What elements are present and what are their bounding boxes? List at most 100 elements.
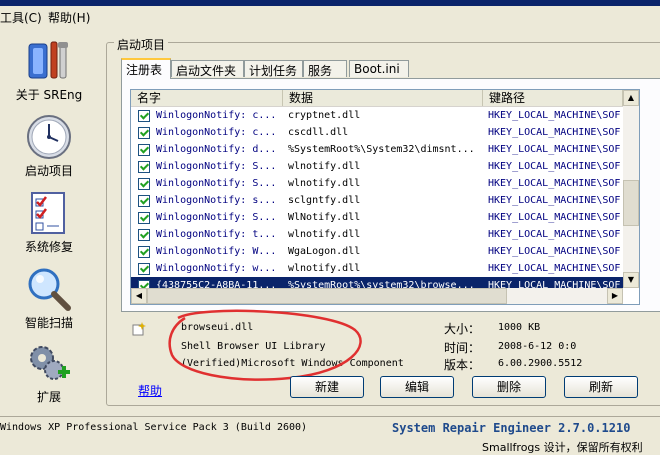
cell-name: WinlogonNotify: S...: [156, 161, 277, 172]
refresh-button[interactable]: 刷新: [564, 376, 638, 398]
column-name[interactable]: 名字: [131, 90, 283, 106]
sidebar-item-label: 扩展: [36, 390, 61, 404]
cell-data: wlnotify.dll: [288, 229, 361, 240]
size-label: 大小：: [444, 322, 481, 336]
help-link[interactable]: 帮助: [138, 382, 162, 399]
row-checkbox[interactable]: [138, 144, 150, 156]
scroll-up-icon[interactable]: ▲: [623, 90, 639, 106]
column-key-path[interactable]: 键路径: [483, 90, 623, 106]
row-checkbox[interactable]: [138, 178, 150, 190]
table-row[interactable]: WinlogonNotify: S... WlNotify.dll HKEY_LOC…: [131, 209, 623, 226]
gears-plus-icon: [26, 340, 72, 386]
scroll-down-icon[interactable]: ▼: [623, 272, 639, 288]
sidebar-item-extend[interactable]: 扩展: [0, 340, 98, 405]
row-checkbox[interactable]: [138, 212, 150, 224]
cell-data: cscdll.dll: [288, 127, 349, 138]
cell-name: WinlogonNotify: S...: [156, 178, 277, 189]
table-row[interactable]: WinlogonNotify: S... wlnotify.dll HKEY_LOC…: [131, 158, 623, 175]
tab-startup-folder[interactable]: 启动文件夹: [171, 60, 244, 78]
delete-button[interactable]: 删除: [472, 376, 546, 398]
sidebar-item-scan[interactable]: 智能扫描: [0, 266, 98, 331]
magnifier-icon: [26, 266, 72, 312]
cell-key-path: HKEY_LOCAL_MACHINE\SOF: [488, 178, 621, 189]
sidebar-item-repair[interactable]: 系统修复: [0, 190, 98, 255]
status-bar: Windows XP Professional Service Pack 3 (…: [0, 416, 660, 454]
tab-boot-ini[interactable]: Boot.ini: [349, 60, 409, 77]
version-label: 版本：: [444, 358, 481, 372]
sidebar-item-label: 启动项目: [24, 164, 73, 178]
table-row[interactable]: WinlogonNotify: c... cscdll.dll HKEY_LOCAL…: [131, 124, 623, 141]
cell-name: WinlogonNotify: S...: [156, 212, 277, 223]
cell-name: WinlogonNotify: c...: [156, 127, 277, 138]
cell-key-path: HKEY_LOCAL_MACHINE\SOF: [488, 144, 621, 155]
scroll-left-icon[interactable]: ◀: [131, 288, 147, 304]
cell-data: WgaLogon.dll: [288, 246, 361, 257]
cell-key-path: HKEY_LOCAL_MACHINE\SOF: [488, 263, 621, 274]
menu-tools[interactable]: 工具(C): [0, 9, 42, 26]
tab-services[interactable]: 服务: [303, 60, 347, 78]
cell-data: %SystemRoot%\System32\dimsnt...: [288, 144, 475, 155]
row-checkbox[interactable]: [138, 195, 150, 207]
table-row[interactable]: WinlogonNotify: d... %SystemRoot%\System3…: [131, 141, 623, 158]
detail-company: (Verified)Microsoft Windows Component: [181, 358, 404, 369]
status-product: System Repair Engineer 2.7.0.1210: [392, 421, 631, 435]
time-value: 2008-6-12 0:0: [498, 341, 577, 352]
sidebar-item-label: 关于 SREng: [15, 88, 83, 102]
sidebar-item-startup[interactable]: 启动项目: [0, 114, 98, 179]
row-checkbox[interactable]: [138, 110, 150, 122]
cell-data: wlnotify.dll: [288, 161, 361, 172]
tools-icon: [26, 38, 72, 84]
cell-key-path: HKEY_LOCAL_MACHINE\SOF: [488, 212, 621, 223]
sidebar-item-label: 智能扫描: [24, 316, 73, 330]
cell-data: wlnotify.dll: [288, 178, 361, 189]
cell-key-path: HKEY_LOCAL_MACHINE\SOF: [488, 127, 621, 138]
size-value: 1000 KB: [498, 322, 541, 333]
row-checkbox[interactable]: [138, 127, 150, 139]
status-credit: Smallfrogs 设计，保留所有权利: [482, 441, 643, 454]
tab-registry[interactable]: 注册表: [121, 58, 171, 79]
menu-bar: 工具(C) 帮助(H): [0, 6, 660, 28]
cell-data: WlNotify.dll: [288, 212, 361, 223]
scroll-right-icon[interactable]: ▶: [607, 288, 623, 304]
row-checkbox[interactable]: [138, 161, 150, 173]
cell-key-path: HKEY_LOCAL_MACHINE\SOF: [488, 195, 621, 206]
row-checkbox[interactable]: [138, 229, 150, 241]
row-checkbox[interactable]: [138, 246, 150, 258]
file-icon: [131, 322, 147, 336]
tab-scheduled-tasks[interactable]: 计划任务: [244, 60, 303, 78]
sidebar: 关于 SREng 启动项目 系统修复 智能扫描 扩展: [0, 28, 98, 413]
row-checkbox[interactable]: [138, 263, 150, 275]
cell-name: WinlogonNotify: s...: [156, 195, 277, 206]
scroll-thumb[interactable]: [623, 180, 639, 226]
status-os: Windows XP Professional Service Pack 3 (…: [0, 422, 308, 433]
list-header: 名字 数据 键路径: [131, 90, 623, 107]
table-row[interactable]: WinlogonNotify: s... sclgntfy.dll HKEY_LOC…: [131, 192, 623, 209]
table-row[interactable]: WinlogonNotify: c... cryptnet.dll HKEY_LOC…: [131, 107, 623, 124]
horizontal-scrollbar[interactable]: ◀ ▶: [131, 288, 623, 304]
table-row[interactable]: WinlogonNotify: W... WgaLogon.dll HKEY_LOC…: [131, 243, 623, 260]
hscroll-thumb[interactable]: [147, 288, 507, 304]
new-button[interactable]: 新建: [290, 376, 364, 398]
tab-strip: 注册表 启动文件夹 计划任务 服务 Boot.ini: [121, 58, 421, 79]
cell-name: WinlogonNotify: w...: [156, 263, 277, 274]
edit-button[interactable]: 编辑: [380, 376, 454, 398]
vertical-scrollbar[interactable]: ▲ ▼: [623, 90, 639, 288]
table-row[interactable]: WinlogonNotify: S... wlnotify.dll HKEY_LOC…: [131, 175, 623, 192]
column-data[interactable]: 数据: [283, 90, 483, 106]
cell-name: WinlogonNotify: d...: [156, 144, 277, 155]
table-row[interactable]: WinlogonNotify: t... wlnotify.dll HKEY_LOC…: [131, 226, 623, 243]
cell-name: WinlogonNotify: t...: [156, 229, 277, 240]
menu-help[interactable]: 帮助(H): [48, 9, 90, 26]
table-row[interactable]: WinlogonNotify: w... wlnotify.dll HKEY_LOC…: [131, 260, 623, 277]
checklist-icon: [26, 190, 72, 236]
sidebar-item-label: 系统修复: [24, 240, 73, 254]
time-label: 时间：: [444, 341, 481, 355]
cell-data: sclgntfy.dll: [288, 195, 361, 206]
clock-icon: [26, 114, 72, 160]
cell-data: wlnotify.dll: [288, 263, 361, 274]
cell-key-path: HKEY_LOCAL_MACHINE\SOF: [488, 229, 621, 240]
registry-list[interactable]: 名字 数据 键路径 WinlogonNotify: c... cryptnet.d…: [130, 89, 640, 305]
sidebar-item-about[interactable]: 关于 SREng: [0, 38, 98, 103]
cell-name: WinlogonNotify: W...: [156, 246, 277, 257]
cell-key-path: HKEY_LOCAL_MACHINE\SOF: [488, 110, 621, 121]
